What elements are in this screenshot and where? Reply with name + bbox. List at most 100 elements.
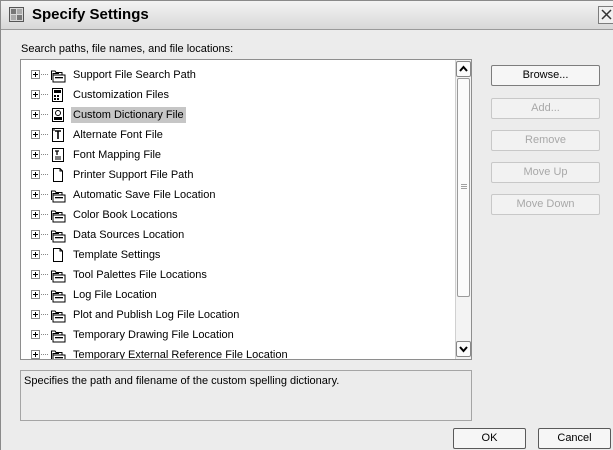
document-icon xyxy=(53,248,63,262)
tree-item-label[interactable]: Color Book Locations xyxy=(71,207,180,223)
expand-icon[interactable] xyxy=(31,130,40,139)
expand-icon[interactable] xyxy=(31,210,40,219)
grip-line xyxy=(461,186,467,187)
expand-icon[interactable] xyxy=(31,330,40,339)
move-down-button[interactable]: Move Down xyxy=(491,194,600,215)
dictionary-file-icon xyxy=(52,108,64,122)
title-bar[interactable]: Specify Settings xyxy=(1,1,613,30)
tree-connector xyxy=(41,214,48,216)
description-box: Specifies the path and filename of the c… xyxy=(20,370,472,421)
tree-connector xyxy=(41,294,48,296)
folder-stack-icon xyxy=(51,70,66,83)
tree-item[interactable]: Plot and Publish Log File Location xyxy=(21,305,455,325)
settings-tree[interactable]: Support File Search Path Customization Fi… xyxy=(20,59,472,360)
expand-icon[interactable] xyxy=(31,70,40,79)
tree-item[interactable]: Temporary Drawing File Location xyxy=(21,325,455,345)
close-button[interactable] xyxy=(598,6,613,24)
expand-icon[interactable] xyxy=(31,190,40,199)
folder-stack-icon xyxy=(51,310,66,323)
tree-item[interactable]: Support File Search Path xyxy=(21,65,455,85)
tree-connector xyxy=(41,254,48,256)
tree-item-label[interactable]: Temporary Drawing File Location xyxy=(71,327,236,343)
tree-item-label[interactable]: Log File Location xyxy=(71,287,159,303)
grip-line xyxy=(461,184,467,185)
window-title: Specify Settings xyxy=(32,6,149,23)
tree-item[interactable]: Customization Files xyxy=(21,85,455,105)
cancel-button[interactable]: Cancel xyxy=(538,428,611,449)
tree-item[interactable]: Alternate Font File xyxy=(21,125,455,145)
folder-stack-icon xyxy=(51,330,66,343)
move-up-button[interactable]: Move Up xyxy=(491,162,600,183)
folder-stack-icon xyxy=(51,210,66,223)
scroll-down-button[interactable] xyxy=(456,341,471,357)
expand-icon[interactable] xyxy=(31,350,40,359)
expand-icon[interactable] xyxy=(31,250,40,259)
font-file-icon xyxy=(52,128,64,142)
tree-item-label[interactable]: Support File Search Path xyxy=(71,67,198,83)
chevron-up-icon xyxy=(459,65,468,72)
tree-item-label[interactable]: Data Sources Location xyxy=(71,227,186,243)
tree-item[interactable]: Log File Location xyxy=(21,285,455,305)
expand-icon[interactable] xyxy=(31,290,40,299)
tree-item[interactable]: Data Sources Location xyxy=(21,225,455,245)
expand-icon[interactable] xyxy=(31,230,40,239)
customization-file-icon xyxy=(52,88,63,102)
document-icon xyxy=(53,168,63,182)
expand-icon[interactable] xyxy=(31,110,40,119)
folder-stack-icon xyxy=(51,190,66,203)
tree-connector xyxy=(41,234,48,236)
expand-icon[interactable] xyxy=(31,150,40,159)
tree-connector xyxy=(41,354,48,356)
tree-item[interactable]: Color Book Locations xyxy=(21,205,455,225)
folder-stack-icon xyxy=(51,350,66,359)
tree-connector xyxy=(41,334,48,336)
folder-stack-icon xyxy=(51,230,66,243)
tree-connector xyxy=(41,174,48,176)
tree-item-label[interactable]: Alternate Font File xyxy=(71,127,165,143)
expand-icon[interactable] xyxy=(31,310,40,319)
tree-item[interactable]: Template Settings xyxy=(21,245,455,265)
add-button[interactable]: Add... xyxy=(491,98,600,119)
close-icon xyxy=(601,9,612,20)
vertical-scrollbar[interactable] xyxy=(455,60,471,359)
tree-item[interactable]: Custom Dictionary File xyxy=(21,105,455,125)
tree-item-label[interactable]: Custom Dictionary File xyxy=(71,107,186,123)
grip-line xyxy=(461,188,467,189)
browse-button[interactable]: Browse... xyxy=(491,65,600,86)
tree-item[interactable]: Automatic Save File Location xyxy=(21,185,455,205)
scroll-up-button[interactable] xyxy=(456,61,471,77)
tree-item-label[interactable]: Template Settings xyxy=(71,247,162,263)
folder-stack-icon xyxy=(51,290,66,303)
tree-item-label[interactable]: Tool Palettes File Locations xyxy=(71,267,209,283)
tree-connector xyxy=(41,194,48,196)
description-text: Specifies the path and filename of the c… xyxy=(24,375,340,387)
expand-icon[interactable] xyxy=(31,170,40,179)
tree-item-label[interactable]: Plot and Publish Log File Location xyxy=(71,307,241,323)
scroll-thumb[interactable] xyxy=(457,78,470,297)
tree-connector xyxy=(41,94,48,96)
tree-item[interactable]: Temporary External Reference File Locati… xyxy=(21,345,455,359)
tree-item-label[interactable]: Printer Support File Path xyxy=(71,167,195,183)
ok-button[interactable]: OK xyxy=(453,428,526,449)
tree-connector xyxy=(41,154,48,156)
tree-item-label[interactable]: Font Mapping File xyxy=(71,147,163,163)
font-mapping-file-icon xyxy=(52,148,64,162)
specify-settings-dialog: Specify Settings Search paths, file name… xyxy=(0,0,613,450)
expand-icon[interactable] xyxy=(31,90,40,99)
tree-item-label[interactable]: Customization Files xyxy=(71,87,171,103)
app-icon xyxy=(9,7,24,22)
folder-stack-icon xyxy=(51,270,66,283)
tree-connector xyxy=(41,314,48,316)
tree-connector xyxy=(41,134,48,136)
tree-item[interactable]: Tool Palettes File Locations xyxy=(21,265,455,285)
tree-label: Search paths, file names, and file locat… xyxy=(21,43,234,55)
tree-item[interactable]: Font Mapping File xyxy=(21,145,455,165)
expand-icon[interactable] xyxy=(31,270,40,279)
remove-button[interactable]: Remove xyxy=(491,130,600,151)
chevron-down-icon xyxy=(459,346,468,353)
tree-connector xyxy=(41,274,48,276)
tree-item[interactable]: Printer Support File Path xyxy=(21,165,455,185)
tree-connector xyxy=(41,74,48,76)
tree-item-label[interactable]: Temporary External Reference File Locati… xyxy=(71,347,290,359)
tree-item-label[interactable]: Automatic Save File Location xyxy=(71,187,217,203)
